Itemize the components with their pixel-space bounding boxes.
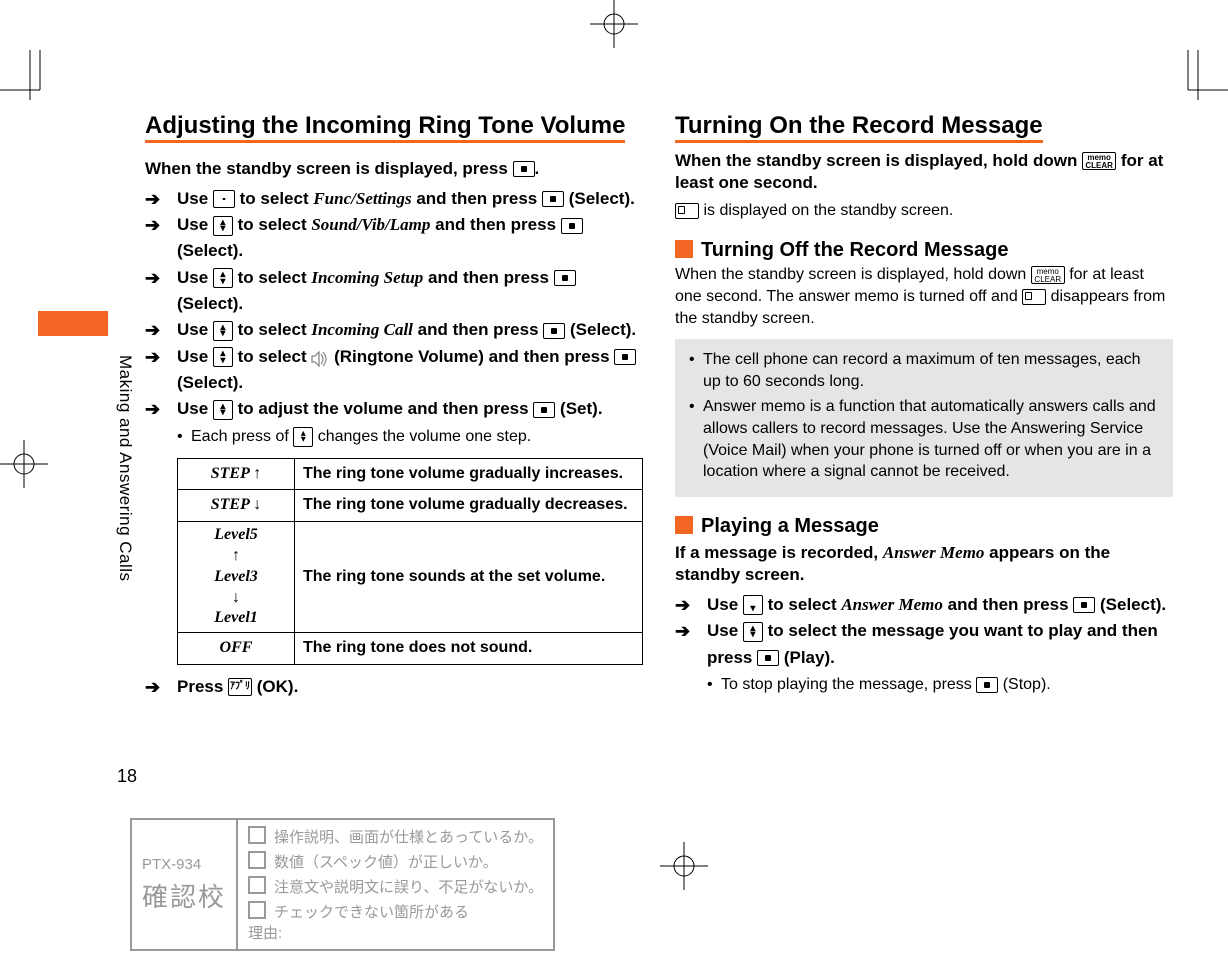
step: Use to adjust the volume and then press … xyxy=(145,396,643,665)
nav4-key-icon xyxy=(213,190,235,208)
table-desc: The ring tone volume gradually increases… xyxy=(295,458,643,490)
step: Use to select Func/Settings and then pre… xyxy=(145,186,643,212)
checkbox-icon xyxy=(248,901,266,919)
checkbox-icon xyxy=(248,876,266,894)
center-key-icon xyxy=(1073,597,1095,613)
heading-adjust-volume: Adjusting the Incoming Ring Tone Volume xyxy=(145,112,643,140)
page-number: 18 xyxy=(117,766,137,787)
updown-key-icon xyxy=(213,321,233,341)
step: Use to select Sound/Vib/Lamp and then pr… xyxy=(145,212,643,265)
proof-code: PTX-934 xyxy=(142,856,226,873)
section-tab xyxy=(38,311,108,336)
note-box: The cell phone can record a maximum of t… xyxy=(675,339,1173,497)
table-desc: The ring tone volume gradually decreases… xyxy=(295,490,643,522)
table-label: STEP ↓ xyxy=(178,490,295,522)
step-note: Each press of changes the volume one ste… xyxy=(177,425,643,450)
step: Use to select (Ringtone Volume) and then… xyxy=(145,344,643,397)
recorder-icon xyxy=(675,203,699,219)
center-key-icon xyxy=(554,270,576,286)
proof-item: 操作説明、画面が仕様とあっているか。 xyxy=(248,826,543,847)
down-key-icon xyxy=(743,595,763,615)
lead-standby: When the standby screen is displayed, pr… xyxy=(145,158,643,180)
clear-key-icon: memo CLEAR xyxy=(1031,266,1065,284)
press-ok-step: Press ｱﾌﾟﾘ (OK). xyxy=(145,677,643,697)
table-label: STEP ↑ xyxy=(178,458,295,490)
steps-list-left: Use to select Func/Settings and then pre… xyxy=(145,186,643,665)
lead-record-on: When the standby screen is displayed, ho… xyxy=(675,150,1173,194)
steps-list-right: Use to select Answer Memo and then press… xyxy=(675,592,1173,698)
center-key-icon xyxy=(542,191,564,207)
proof-checklist-box: PTX-934 確認校 操作説明、画面が仕様とあっているか。 数値（スペック値）… xyxy=(130,818,555,951)
checkbox-icon xyxy=(248,826,266,844)
proof-item: 数値（スペック値）が正しいか。 xyxy=(248,851,543,872)
updown-key-icon xyxy=(293,427,313,447)
center-key-icon xyxy=(561,218,583,234)
updown-key-icon xyxy=(213,216,233,236)
table-label: OFF xyxy=(178,633,295,665)
updown-key-icon xyxy=(213,400,233,420)
step: Use to select the message you want to pl… xyxy=(675,618,1173,697)
center-key-icon xyxy=(614,349,636,365)
center-key-icon xyxy=(543,323,565,339)
center-key-icon xyxy=(513,161,535,177)
subhead-playing: Playing a Message xyxy=(675,515,1173,538)
checkbox-icon xyxy=(248,851,266,869)
proof-label: 確認校 xyxy=(142,877,226,914)
proof-item: チェックできない箇所がある 理由: xyxy=(248,901,543,943)
center-key-icon xyxy=(533,402,555,418)
left-column: Adjusting the Incoming Ring Tone Volume … xyxy=(145,112,643,700)
section-side-label: Making and Answering Calls xyxy=(115,355,135,582)
speaker-icon xyxy=(311,349,329,365)
proof-item: 注意文や説明文に誤り、不足がないか。 xyxy=(248,876,543,897)
center-key-icon xyxy=(976,677,998,693)
play-lead: If a message is recorded, Answer Memo ap… xyxy=(675,542,1173,586)
clear-key-icon: memo CLEAR xyxy=(1082,152,1116,170)
turn-off-para: When the standby screen is displayed, ho… xyxy=(675,264,1173,329)
table-desc: The ring tone does not sound. xyxy=(295,633,643,665)
note-item: Answer memo is a function that automatic… xyxy=(689,396,1159,482)
center-key-icon xyxy=(757,650,779,666)
updown-key-icon xyxy=(213,347,233,367)
heading-record-message: Turning On the Record Message xyxy=(675,112,1173,140)
table-desc: The ring tone sounds at the set volume. xyxy=(295,522,643,633)
note-item: The cell phone can record a maximum of t… xyxy=(689,349,1159,392)
table-label: Level5 ↑ Level3 ↓ Level1 xyxy=(178,522,295,633)
subhead-turn-off: Turning Off the Record Message xyxy=(675,239,1173,262)
app-key-icon: ｱﾌﾟﾘ xyxy=(228,678,252,696)
step: Use to select Answer Memo and then press… xyxy=(675,592,1173,618)
updown-key-icon xyxy=(743,622,763,642)
volume-table: STEP ↑The ring tone volume gradually inc… xyxy=(177,458,643,665)
step: Use to select Incoming Call and then pre… xyxy=(145,317,643,343)
right-column: Turning On the Record Message When the s… xyxy=(675,112,1173,700)
step-note: To stop playing the message, press (Stop… xyxy=(707,673,1173,698)
record-icon-line: is displayed on the standby screen. xyxy=(675,200,1173,222)
step: Use to select Incoming Setup and then pr… xyxy=(145,265,643,318)
recorder-icon xyxy=(1022,289,1046,305)
updown-key-icon xyxy=(213,268,233,288)
